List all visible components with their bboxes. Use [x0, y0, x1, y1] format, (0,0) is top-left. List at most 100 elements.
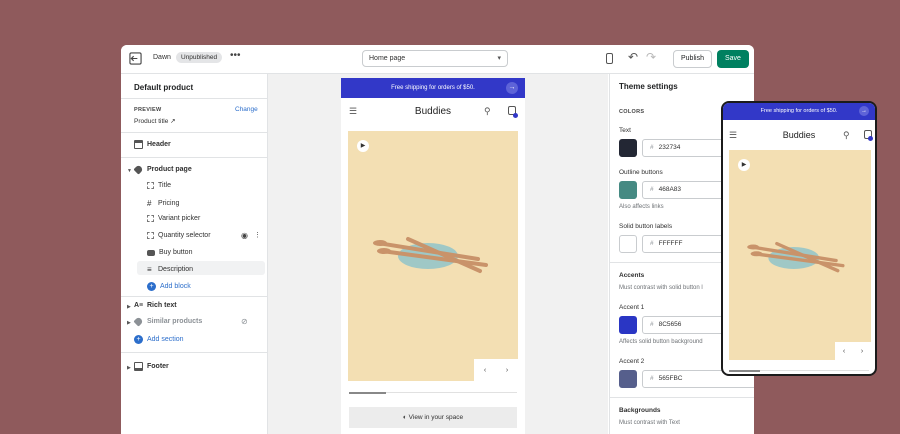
- change-link[interactable]: Change: [235, 106, 258, 113]
- block-item-title[interactable]: Title: [147, 182, 171, 189]
- image-slider-track[interactable]: [729, 369, 869, 372]
- product-illustration: [373, 237, 488, 273]
- publish-button[interactable]: Publish: [673, 50, 712, 68]
- save-button[interactable]: Save: [717, 50, 749, 68]
- arrow-right-icon[interactable]: →: [506, 82, 518, 94]
- announcement-bar: Free shipping for orders of $50. →: [723, 103, 875, 120]
- more-actions-icon[interactable]: •••: [230, 50, 241, 61]
- divider: [121, 296, 267, 297]
- chevron-right-icon[interactable]: ▶: [127, 304, 131, 310]
- outline-buttons-label: Outline buttons: [619, 169, 663, 176]
- announcement-text: Free shipping for orders of $50.: [760, 108, 838, 114]
- plus-circle-icon: +: [147, 282, 156, 291]
- mobile-device-icon[interactable]: [606, 53, 613, 64]
- sidebar-item-similar-products[interactable]: Similar products: [133, 316, 203, 327]
- backgrounds-title: Backgrounds: [619, 407, 661, 414]
- sidebar-item-rich-text[interactable]: A≡ Rich text: [134, 301, 177, 310]
- sidebar-item-label: Rich text: [147, 302, 177, 309]
- page-select[interactable]: Home page ▾: [362, 50, 508, 67]
- sidebar-item-product-page[interactable]: Product page: [133, 164, 192, 175]
- chevron-right-icon[interactable]: ›: [861, 348, 863, 355]
- accent2-color-swatch[interactable]: [619, 370, 637, 388]
- sidebar-item-label: Similar products: [147, 318, 203, 325]
- search-icon[interactable]: ⚲: [484, 106, 491, 117]
- dashed-block-icon: [147, 232, 154, 239]
- outline-note: Also affects links: [619, 204, 664, 210]
- divider: [610, 397, 754, 398]
- chevron-right-icon[interactable]: ▶: [127, 365, 131, 371]
- hex-value: FFFFFF: [658, 240, 683, 247]
- image-nav: ‹ ›: [474, 359, 518, 381]
- block-item-buy-button[interactable]: Buy button: [147, 249, 192, 256]
- add-block-button[interactable]: + Add block: [147, 282, 191, 291]
- chevron-left-icon[interactable]: ‹: [484, 367, 486, 374]
- hex-value: 8C5656: [658, 321, 682, 328]
- block-item-description[interactable]: ≡ Description: [147, 265, 193, 274]
- play-icon[interactable]: ▶: [357, 140, 369, 152]
- colors-caption: COLORS: [619, 109, 645, 115]
- preview-product-title[interactable]: Product title ↗: [134, 117, 176, 125]
- block-item-quantity-selector[interactable]: Quantity selector: [147, 232, 211, 239]
- preview-label: PREVIEW: [134, 107, 162, 113]
- search-icon[interactable]: ⚲: [843, 130, 850, 141]
- view-in-space-button[interactable]: ◐ View in your space: [349, 407, 517, 428]
- block-label: Variant picker: [158, 215, 201, 222]
- plus-circle-icon: +: [134, 335, 143, 344]
- announcement-text: Free shipping for orders of $50.: [391, 85, 475, 91]
- store-header: ☰ Buddies ⚲: [341, 98, 525, 126]
- add-section-button[interactable]: + Add section: [134, 335, 184, 344]
- accent1-note: Affects solid button background: [619, 339, 703, 345]
- dashed-block-icon: [147, 182, 154, 189]
- text-color-label: Text: [619, 127, 631, 134]
- mobile-store-preview[interactable]: Free shipping for orders of $50. → ☰ Bud…: [721, 101, 877, 376]
- solid-label-color-swatch[interactable]: [619, 235, 637, 253]
- status-badge: Unpublished: [176, 52, 223, 63]
- chevron-right-icon[interactable]: ›: [506, 367, 508, 374]
- preview-canvas: Free shipping for orders of $50. → ☰ Bud…: [268, 74, 608, 434]
- block-item-pricing[interactable]: # Pricing: [147, 199, 179, 208]
- sections-sidebar: Default product PREVIEW Change Product t…: [121, 74, 268, 434]
- product-image: ▶ ‹ ›: [348, 131, 518, 381]
- chevron-right-icon[interactable]: ▶: [127, 320, 131, 326]
- exit-icon[interactable]: [129, 52, 142, 65]
- ar-cube-icon: ◐: [402, 414, 407, 421]
- solid-labels-label: Solid button labels: [619, 223, 673, 230]
- undo-icon[interactable]: ↶: [628, 50, 638, 64]
- drag-handle-icon[interactable]: ⋮: [254, 231, 261, 239]
- store-brand: Buddies: [782, 130, 816, 140]
- dashed-block-icon: [147, 215, 154, 222]
- hex-value: 565FBC: [658, 375, 683, 382]
- accent1-color-swatch[interactable]: [619, 316, 637, 334]
- tag-icon: [133, 316, 144, 327]
- sidebar-item-footer[interactable]: Footer: [134, 362, 169, 371]
- block-label: Quantity selector: [158, 232, 211, 239]
- chevron-down-icon[interactable]: ▼: [127, 168, 132, 174]
- divider: [121, 98, 267, 99]
- store-brand: Buddies: [414, 106, 452, 117]
- redo-icon[interactable]: ↷: [646, 50, 656, 64]
- play-icon[interactable]: ▶: [738, 159, 750, 171]
- block-label: Pricing: [158, 200, 180, 207]
- store-header: ☰ Buddies ⚲: [723, 120, 875, 150]
- outline-color-swatch[interactable]: [619, 181, 637, 199]
- chevron-left-icon[interactable]: ‹: [843, 348, 845, 355]
- divider: [121, 352, 267, 353]
- add-block-label: Add block: [160, 283, 191, 290]
- block-item-variant-picker[interactable]: Variant picker: [147, 215, 200, 222]
- block-label: Buy button: [159, 249, 193, 256]
- preview-product-title-text: Product title: [134, 118, 169, 125]
- block-label: Description: [158, 266, 194, 273]
- accent2-label: Accent 2: [619, 358, 645, 365]
- sidebar-item-header[interactable]: Header: [134, 140, 171, 149]
- image-slider-track[interactable]: [349, 391, 517, 394]
- text-color-swatch[interactable]: [619, 139, 637, 157]
- arrow-right-icon[interactable]: →: [859, 106, 869, 116]
- page-select-value: Home page: [369, 55, 406, 62]
- product-illustration: [747, 241, 845, 273]
- announcement-bar: Free shipping for orders of $50. →: [341, 78, 525, 98]
- desktop-store-preview[interactable]: Free shipping for orders of $50. → ☰ Bud…: [341, 78, 525, 434]
- eye-icon[interactable]: ◉: [241, 231, 248, 240]
- header-section-icon: [134, 140, 143, 149]
- theme-settings-title: Theme settings: [619, 82, 678, 91]
- eye-hidden-icon[interactable]: ⊘: [241, 317, 248, 326]
